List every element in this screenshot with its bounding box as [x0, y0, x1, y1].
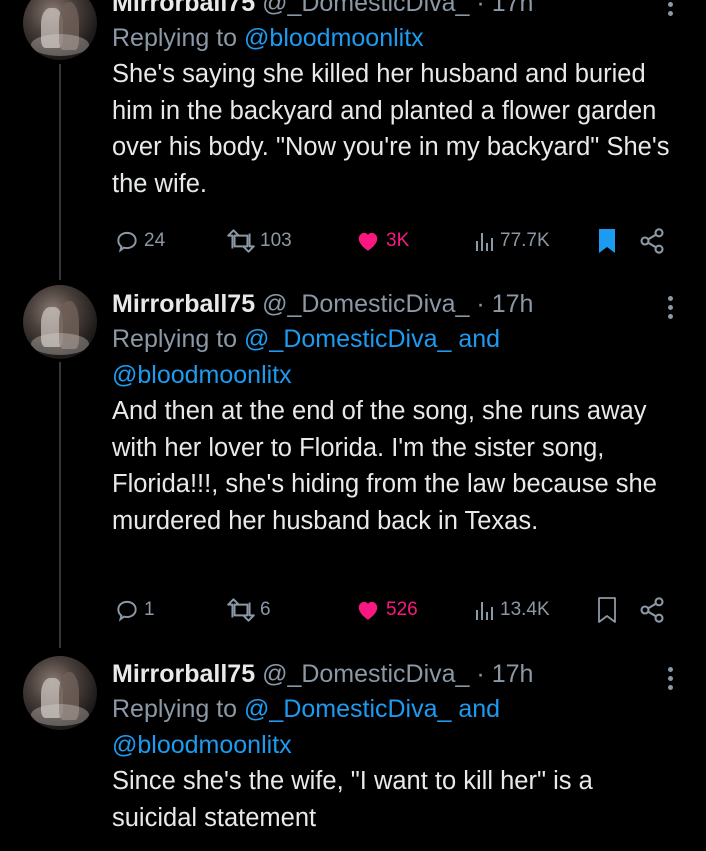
display-name[interactable]: Mirrorball75	[112, 660, 255, 688]
user-handle[interactable]: @_DomesticDiva_	[262, 660, 469, 688]
tweet-header: Mirrorball75 @_DomesticDiva_ · 17h	[112, 0, 682, 20]
views-icon	[476, 233, 493, 251]
tweet-actions: 24 103 3K 77.7K	[112, 224, 672, 258]
retweet-count: 103	[260, 230, 292, 251]
reply-button[interactable]: 24	[114, 224, 165, 258]
tweet[interactable]: Mirrorball75 @_DomesticDiva_ · 17h Reply…	[0, 285, 706, 650]
display-name[interactable]: Mirrorball75	[112, 0, 255, 17]
user-handle[interactable]: @_DomesticDiva_	[262, 290, 469, 318]
tweet-header: Mirrorball75 @_DomesticDiva_ · 17h	[112, 657, 682, 691]
tweet[interactable]: Mirrorball75 @_DomesticDiva_ · 17h Reply…	[0, 656, 706, 851]
reply-mention-link[interactable]: @bloodmoonlitx	[244, 24, 424, 52]
retweet-button[interactable]: 103	[226, 224, 292, 258]
separator-dot: ·	[476, 290, 485, 318]
view-count: 13.4K	[500, 599, 550, 620]
reply-icon	[117, 231, 137, 253]
like-count: 3K	[386, 230, 410, 251]
timestamp[interactable]: 17h	[492, 660, 534, 688]
avatar[interactable]	[23, 285, 97, 359]
views-button[interactable]: 13.4K	[474, 593, 550, 627]
reply-mention-link[interactable]: @bloodmoonlitx	[112, 361, 292, 389]
reply-mention-link[interactable]: @_DomesticDiva_ and	[244, 695, 500, 723]
retweet-icon	[227, 229, 255, 253]
like-count: 526	[386, 599, 418, 620]
display-name[interactable]: Mirrorball75	[112, 290, 255, 318]
reply-mention-link[interactable]: @bloodmoonlitx	[112, 731, 292, 759]
separator-dot: ·	[476, 0, 485, 17]
tweet-header: Mirrorball75 @_DomesticDiva_ · 17h	[112, 287, 682, 321]
avatar[interactable]	[23, 656, 97, 730]
like-button[interactable]: 3K	[354, 224, 409, 258]
views-button[interactable]: 77.7K	[474, 224, 550, 258]
reply-mention-link[interactable]: @_DomesticDiva_ and	[244, 325, 500, 353]
reply-button[interactable]: 1	[114, 593, 155, 627]
reply-count: 1	[144, 599, 155, 620]
replying-prefix: Replying to	[112, 695, 245, 723]
replying-to: Replying to @_DomesticDiva_ and @bloodmoo…	[112, 691, 682, 763]
retweet-button[interactable]: 6	[226, 593, 271, 627]
tweet-text: Since she's the wife, "I want to kill he…	[112, 767, 600, 832]
replying-to: Replying to @_DomesticDiva_ and @bloodmoo…	[112, 321, 682, 393]
retweet-count: 6	[260, 599, 271, 620]
share-icon	[640, 597, 664, 623]
bookmark-button[interactable]	[596, 593, 618, 627]
tweet[interactable]: Mirrorball75 @_DomesticDiva_ · 17h Reply…	[0, 0, 706, 286]
separator-dot: ·	[476, 660, 485, 688]
timestamp[interactable]: 17h	[492, 0, 534, 17]
like-button[interactable]: 526	[354, 593, 418, 627]
tweet-text: She's saying she killed her husband and …	[112, 60, 677, 198]
share-icon	[640, 228, 664, 254]
bookmark-icon	[599, 229, 615, 253]
bookmark-button[interactable]	[596, 224, 618, 258]
view-count: 77.7K	[500, 230, 550, 251]
like-icon	[358, 232, 378, 251]
timestamp[interactable]: 17h	[492, 290, 534, 318]
tweet-text: And then at the end of the song, she run…	[112, 397, 664, 535]
views-icon	[476, 602, 493, 620]
replying-prefix: Replying to	[112, 24, 245, 52]
retweet-icon	[227, 598, 255, 622]
avatar[interactable]	[23, 0, 97, 60]
reply-icon	[117, 600, 137, 622]
reply-count: 24	[144, 230, 166, 251]
user-handle[interactable]: @_DomesticDiva_	[262, 0, 469, 17]
share-button[interactable]	[638, 593, 666, 627]
share-button[interactable]	[638, 224, 666, 258]
like-icon	[358, 601, 378, 620]
bookmark-icon	[598, 597, 616, 623]
replying-to: Replying to @bloodmoonlitx	[112, 20, 682, 56]
tweet-actions: 1 6 526 13.4K	[112, 593, 672, 627]
replying-prefix: Replying to	[112, 325, 245, 353]
